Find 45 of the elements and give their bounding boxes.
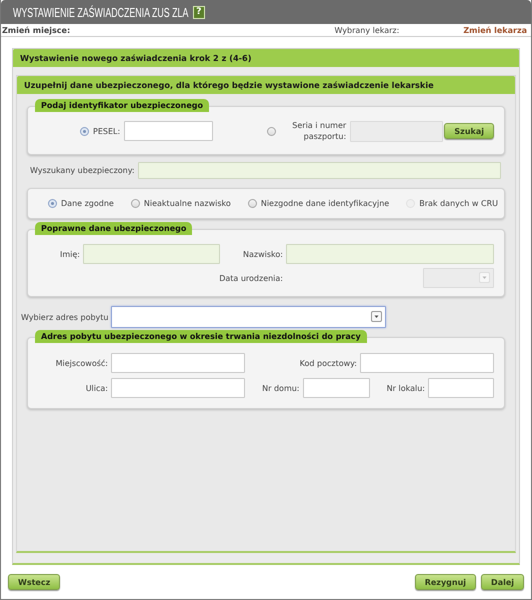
- select-field[interactable]: [111, 306, 386, 328]
- cancel-button[interactable]: Rezygnuj: [414, 574, 476, 590]
- step-title: Wystawienie nowego zaświadczenia krok 2 z (4-6): [13, 49, 519, 67]
- radio-button[interactable]: [80, 126, 89, 136]
- input-field[interactable]: [111, 353, 245, 373]
- field-label: Nr lokalu:: [386, 384, 425, 392]
- fieldset-legend: Poprawne dane ubezpieczonego: [35, 222, 192, 235]
- input-field[interactable]: [428, 378, 494, 398]
- field-label: Wybierz adres pobytu: [21, 312, 108, 322]
- field-label: Kod pocztowy:: [300, 358, 357, 368]
- input-field[interactable]: [302, 378, 370, 398]
- input-field[interactable]: [124, 121, 214, 141]
- doctor-label: Wybrany lekarz:: [334, 26, 400, 34]
- field-label: Miejscowość:: [54, 358, 108, 368]
- radio-button[interactable]: [48, 199, 57, 208]
- field-label: Data urodzenia:: [219, 274, 283, 282]
- field-label: Nazwisko:: [243, 250, 283, 258]
- input-field[interactable]: [83, 244, 220, 264]
- fieldset-legend: Podaj identyfikator ubezpieczonego: [35, 99, 209, 112]
- field-label: Brak danych w CRU: [419, 199, 498, 208]
- radio-button[interactable]: [248, 199, 257, 208]
- change-doctor-link[interactable]: Zmień lekarza: [463, 26, 527, 34]
- place-label: Zmień miejsce:: [2, 26, 70, 34]
- help-button[interactable]: ?: [192, 6, 205, 18]
- field-label: Ulica:: [84, 384, 108, 392]
- search-button[interactable]: Szukaj: [444, 123, 494, 139]
- input-field[interactable]: [138, 162, 501, 179]
- form-title: Uzupełnij dane ubezpieczonego, dla którego będzie wystawione zaświadczenie lekarskie: [17, 76, 515, 94]
- field-label: Nieaktualne nazwisko: [144, 199, 231, 208]
- field-label: Wyszukany ubezpieczony:: [30, 166, 135, 175]
- field-label: Dane zgodne: [61, 199, 114, 208]
- input-field[interactable]: [360, 353, 494, 373]
- fieldset-legend: Adres pobytu ubezpieczonego w okresie trwania niezdolności do pracy: [35, 330, 367, 343]
- back-button[interactable]: Wstecz: [8, 574, 60, 590]
- radio-button[interactable]: [267, 126, 276, 136]
- window-title: WYSTAWIENIE ZAŚWIADCZENIA ZUS ZLA: [13, 4, 188, 20]
- field-label: PESEL:: [93, 126, 120, 136]
- radio-button[interactable]: [130, 199, 140, 208]
- input-field[interactable]: [111, 378, 245, 398]
- input-field[interactable]: [286, 244, 494, 264]
- field-label: Niezgodne dane identyfikacyjne: [260, 199, 390, 208]
- field-label: Imię:: [60, 250, 80, 258]
- field-label: Nr domu:: [262, 384, 300, 392]
- field-label: Seria i numer paszportu:: [291, 120, 346, 142]
- next-button[interactable]: Dalej: [481, 574, 524, 590]
